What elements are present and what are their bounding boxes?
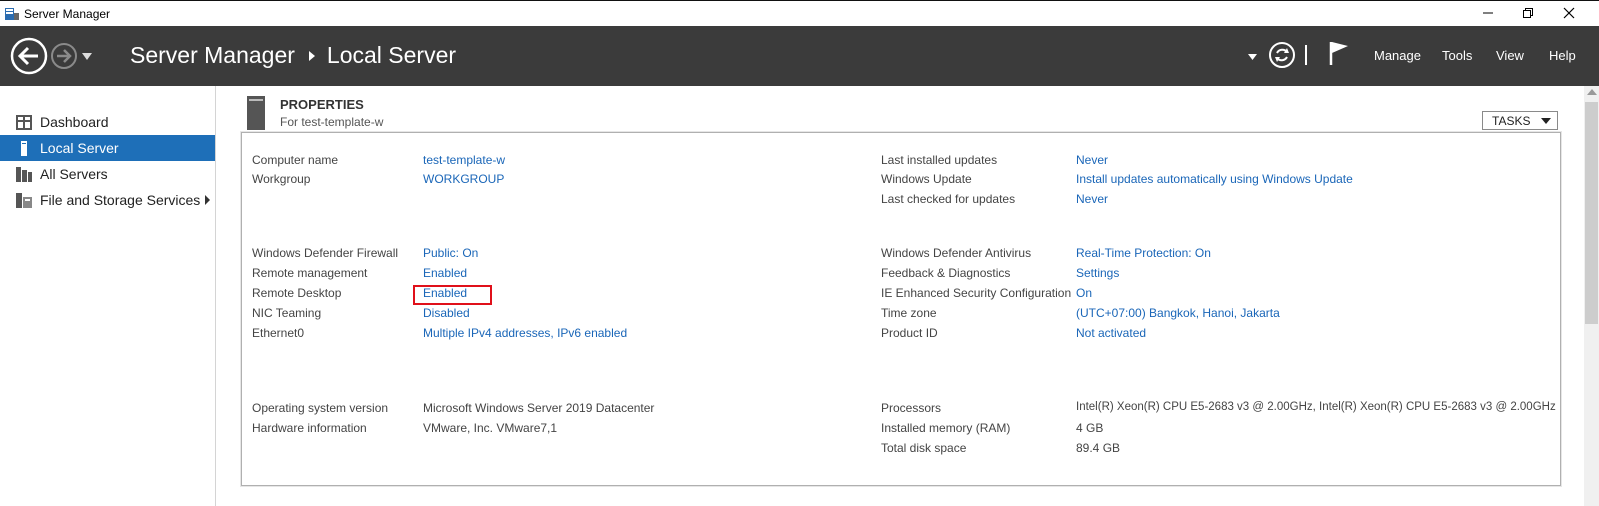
prop-label-remote-management: Remote management [252, 266, 368, 280]
prop-value-windows-update[interactable]: Install updates automatically using Wind… [1076, 172, 1353, 186]
storage-icon [16, 193, 32, 208]
prop-value-ethernet0[interactable]: Multiple IPv4 addresses, IPv6 enabled [423, 326, 627, 340]
header-divider [1305, 45, 1307, 65]
prop-label-total-disk-space: Total disk space [881, 441, 967, 455]
prop-label-hardware-information: Hardware information [252, 421, 367, 435]
sidebar-item-label: Dashboard [40, 114, 109, 130]
servers-icon [16, 167, 32, 182]
forward-arrow-icon[interactable] [50, 42, 78, 70]
prop-value-remote-management[interactable]: Enabled [423, 266, 467, 280]
vertical-scrollbar[interactable] [1584, 86, 1599, 506]
expand-arrow-icon[interactable] [205, 195, 210, 205]
prop-label-product-id: Product ID [881, 326, 938, 340]
breadcrumb: Server Manager Local Server [130, 42, 456, 69]
prop-value-workgroup[interactable]: WORKGROUP [423, 172, 504, 186]
prop-label-processors: Processors [881, 401, 942, 415]
sidebar-item-file-and-storage-services[interactable]: File and Storage Services [0, 187, 215, 213]
prop-value-nic-teaming[interactable]: Disabled [423, 306, 470, 320]
sidebar-item-label: Local Server [40, 140, 119, 156]
refresh-dropdown-icon[interactable] [1248, 54, 1257, 60]
history-dropdown-icon[interactable] [82, 53, 92, 60]
prop-value-last-checked-updates[interactable]: Never [1076, 192, 1108, 206]
sidebar-item-all-servers[interactable]: All Servers [0, 161, 215, 187]
prop-label-workgroup: Workgroup [252, 172, 311, 186]
breadcrumb-separator-icon [308, 50, 315, 61]
prop-label-installed-memory: Installed memory (RAM) [881, 421, 1011, 435]
prop-label-firewall: Windows Defender Firewall [252, 246, 399, 260]
prop-label-nic-teaming: NIC Teaming [252, 306, 322, 320]
sidebar-item-label: File and Storage Services [40, 192, 201, 208]
prop-value-os-version: Microsoft Windows Server 2019 Datacenter [423, 401, 655, 415]
prop-value-processors: Intel(R) Xeon(R) CPU E5-2683 v3 @ 2.00GH… [1076, 401, 1556, 413]
prop-label-ethernet0: Ethernet0 [252, 326, 305, 340]
breadcrumb-current: Local Server [326, 42, 457, 68]
scrollbar-thumb[interactable] [1585, 102, 1598, 324]
refresh-icon[interactable] [1268, 41, 1296, 69]
prop-value-feedback-diagnostics[interactable]: Settings [1076, 266, 1119, 280]
minimize-icon[interactable] [1480, 5, 1496, 21]
prop-label-time-zone: Time zone [881, 306, 937, 320]
server-icon [21, 141, 27, 156]
prop-label-feedback-diagnostics: Feedback & Diagnostics [881, 266, 1011, 280]
prop-value-product-id[interactable]: Not activated [1076, 326, 1146, 340]
prop-value-computer-name[interactable]: test-template-w [423, 153, 505, 167]
prop-value-installed-memory: 4 GB [1076, 421, 1104, 435]
prop-label-last-installed-updates: Last installed updates [881, 153, 998, 167]
properties-server-icon [247, 96, 265, 130]
menu-help[interactable]: Help [1549, 48, 1576, 63]
prop-label-last-checked-updates: Last checked for updates [881, 192, 1016, 206]
prop-value-remote-desktop[interactable]: Enabled [423, 286, 467, 300]
tasks-label: TASKS [1492, 114, 1531, 128]
scroll-up-arrow-icon[interactable] [1587, 89, 1597, 95]
sidebar: Dashboard Local Server All Servers File … [0, 86, 216, 506]
sidebar-item-label: All Servers [40, 166, 108, 182]
header-bar: Server Manager Local Server Manage Tools… [0, 26, 1599, 86]
prop-value-firewall[interactable]: Public: On [423, 246, 478, 260]
properties-title: PROPERTIES [280, 97, 364, 112]
menu-tools[interactable]: Tools [1442, 48, 1472, 63]
prop-label-windows-update: Windows Update [881, 172, 972, 186]
restore-icon[interactable] [1520, 5, 1536, 21]
window-title: Server Manager [24, 7, 111, 21]
prop-label-defender-antivirus: Windows Defender Antivirus [881, 246, 1032, 260]
notifications-flag-icon[interactable] [1328, 40, 1350, 66]
menu-manage[interactable]: Manage [1374, 48, 1421, 63]
prop-value-last-installed-updates[interactable]: Never [1076, 153, 1108, 167]
prop-value-hardware-information: VMware, Inc. VMware7,1 [423, 421, 558, 435]
prop-label-os-version: Operating system version [252, 401, 389, 415]
server-manager-app-icon [5, 8, 19, 20]
properties-subtitle: For test-template-w [280, 115, 384, 129]
prop-value-ie-esc[interactable]: On [1076, 286, 1092, 300]
prop-value-time-zone[interactable]: (UTC+07:00) Bangkok, Hanoi, Jakarta [1076, 306, 1280, 320]
back-arrow-icon[interactable] [10, 37, 48, 75]
breadcrumb-root[interactable]: Server Manager [130, 42, 295, 69]
menu-view[interactable]: View [1496, 48, 1524, 63]
tasks-dropdown-button[interactable]: TASKS [1482, 111, 1558, 130]
chevron-down-icon [1541, 118, 1551, 124]
prop-label-ie-esc: IE Enhanced Security Configuration [881, 286, 1072, 300]
sidebar-item-local-server[interactable]: Local Server [0, 135, 215, 161]
title-bar: Server Manager [0, 0, 1599, 26]
prop-label-remote-desktop: Remote Desktop [252, 286, 342, 300]
close-icon[interactable] [1561, 5, 1577, 21]
dashboard-icon [16, 115, 32, 130]
prop-label-computer-name: Computer name [252, 153, 339, 167]
sidebar-item-dashboard[interactable]: Dashboard [0, 109, 215, 135]
prop-value-total-disk-space: 89.4 GB [1076, 441, 1121, 455]
prop-value-defender-antivirus[interactable]: Real-Time Protection: On [1076, 246, 1211, 260]
